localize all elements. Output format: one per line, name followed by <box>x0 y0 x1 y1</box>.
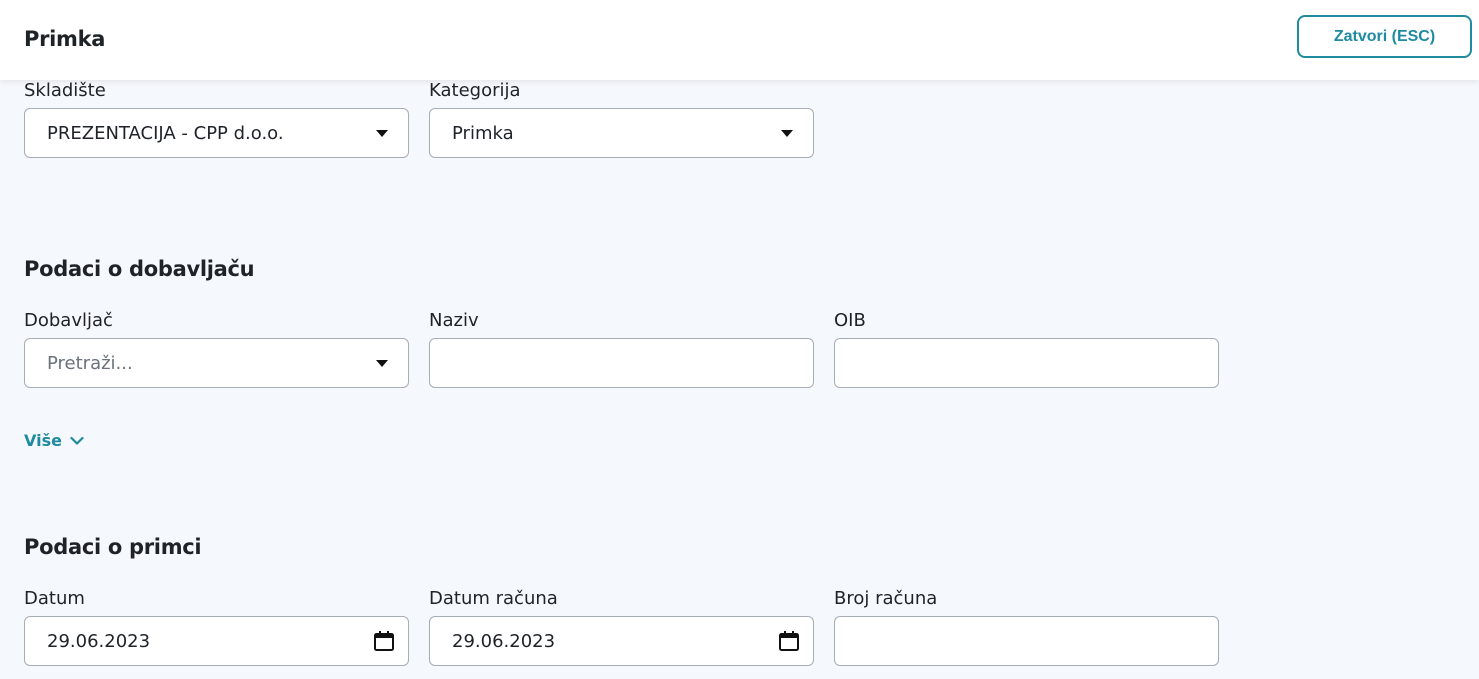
receipt-section-title: Podaci o primci <box>24 535 202 559</box>
invoice-date-input[interactable]: 29.06.2023 <box>429 616 814 666</box>
page-title: Primka <box>24 27 106 51</box>
header-bar: Primka Zatvori (ESC) <box>0 0 1479 80</box>
supplier-section-title: Podaci o dobavljaču <box>24 257 255 281</box>
oib-input[interactable] <box>834 338 1219 388</box>
invoice-number-label: Broj računa <box>834 588 938 609</box>
date-label: Datum <box>24 588 85 609</box>
caret-down-icon <box>376 359 388 367</box>
close-button[interactable]: Zatvori (ESC) <box>1297 15 1472 58</box>
warehouse-select[interactable]: PREZENTACIJA - CPP d.o.o. <box>24 108 409 158</box>
name-input[interactable] <box>429 338 814 388</box>
category-select[interactable]: Primka <box>429 108 814 158</box>
name-label: Naziv <box>429 310 479 331</box>
supplier-search-select[interactable]: Pretraži... <box>24 338 409 388</box>
warehouse-label: Skladište <box>24 80 106 101</box>
more-toggle[interactable]: Više <box>24 431 84 450</box>
date-value: 29.06.2023 <box>47 630 151 652</box>
caret-down-icon <box>781 129 793 137</box>
category-value: Primka <box>452 122 514 144</box>
calendar-icon[interactable] <box>373 630 395 652</box>
oib-label: OIB <box>834 310 866 331</box>
more-label: Više <box>24 431 62 450</box>
date-input[interactable]: 29.06.2023 <box>24 616 409 666</box>
invoice-number-input[interactable] <box>834 616 1219 666</box>
caret-down-icon <box>376 129 388 137</box>
chevron-down-icon <box>70 436 84 445</box>
invoice-date-label: Datum računa <box>429 588 558 609</box>
warehouse-value: PREZENTACIJA - CPP d.o.o. <box>47 122 284 144</box>
category-label: Kategorija <box>429 80 521 101</box>
supplier-label: Dobavljač <box>24 310 113 331</box>
invoice-date-value: 29.06.2023 <box>452 630 556 652</box>
calendar-icon[interactable] <box>778 630 800 652</box>
supplier-placeholder: Pretraži... <box>47 352 133 374</box>
